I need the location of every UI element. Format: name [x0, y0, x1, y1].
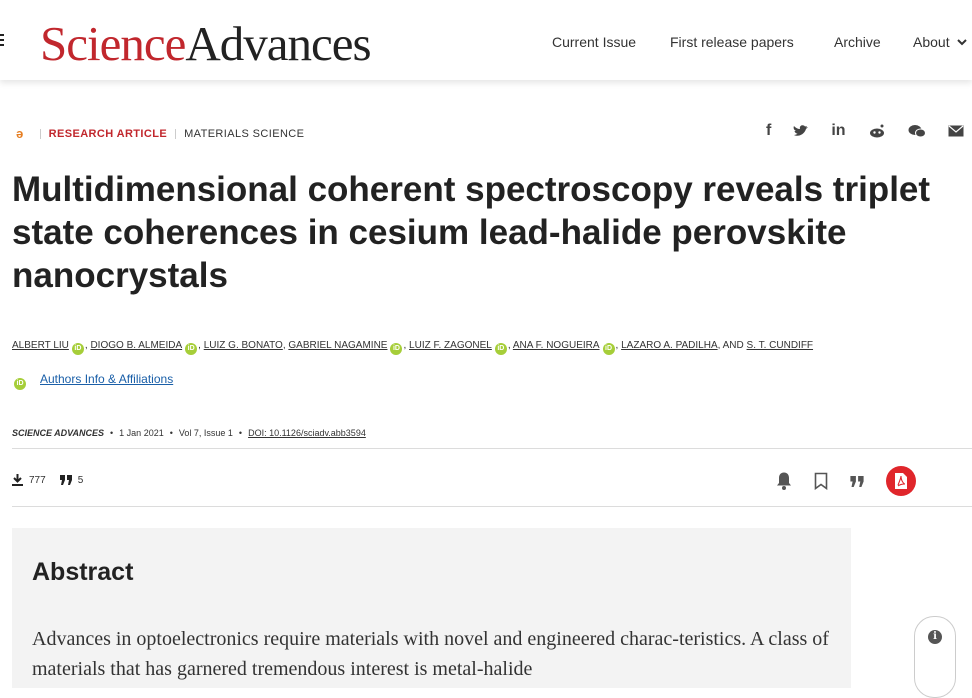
chevron-down-icon[interactable] — [956, 36, 968, 48]
divider — [12, 448, 972, 449]
nav-current-issue[interactable]: Current Issue — [552, 34, 636, 50]
divider — [175, 128, 177, 139]
doi-link[interactable]: DOI: 10.1126/sciadv.abb3594 — [248, 428, 366, 438]
reddit-icon[interactable] — [868, 124, 886, 138]
linkedin-icon[interactable]: in — [831, 122, 845, 140]
author-link[interactable]: ALBERT LIU — [12, 340, 69, 351]
article-type[interactable]: RESEARCH ARTICLE — [49, 128, 167, 140]
email-icon[interactable] — [948, 125, 964, 137]
logo-advances: Advances — [185, 16, 371, 71]
abstract-section: Abstract Advances in optoelectronics req… — [12, 528, 851, 688]
twitter-icon[interactable] — [793, 124, 809, 138]
authors-info-link[interactable]: Authors Info & Affiliations — [40, 372, 173, 386]
abstract-heading: Abstract — [32, 558, 134, 586]
orcid-icon[interactable]: iD — [14, 378, 26, 390]
wechat-icon[interactable] — [908, 124, 926, 138]
author-link[interactable]: LUIZ F. ZAGONEL — [409, 340, 492, 351]
site-logo[interactable]: ScienceAdvances — [40, 14, 372, 74]
publication-info: SCIENCE ADVANCES • 1 Jan 2021 • Vol 7, Issue… — [12, 428, 366, 438]
orcid-icon[interactable]: iD — [494, 343, 507, 355]
nav-first-release[interactable]: First release papers — [670, 34, 794, 50]
pub-date: 1 Jan 2021 — [119, 428, 164, 438]
menu-icon[interactable] — [0, 34, 4, 49]
citation-count: 5 — [77, 474, 84, 486]
article-title: Multidimensional coherent spectroscopy r… — [12, 170, 931, 295]
orcid-icon[interactable]: iD — [602, 343, 615, 355]
info-panel-tab[interactable]: i — [914, 616, 956, 698]
logo-science: Science — [40, 16, 186, 71]
nav-archive[interactable]: Archive — [834, 34, 881, 50]
pdf-icon — [895, 473, 907, 489]
download-icon — [12, 474, 23, 486]
bookmark-icon[interactable] — [814, 472, 828, 490]
article-meta: ə RESEARCH ARTICLE MATERIALS SCIENCE — [16, 126, 304, 141]
citation-icon — [59, 475, 72, 485]
authors-info: iD Authors Info & Affiliations — [14, 372, 173, 390]
site-header: ScienceAdvances Current Issue First rele… — [0, 0, 972, 80]
abstract-text: Advances in optoelectronics require mate… — [32, 628, 829, 680]
author-link[interactable]: DIOGO B. ALMEIDA — [90, 340, 182, 351]
orcid-icon[interactable]: iD — [71, 343, 84, 355]
orcid-icon[interactable]: iD — [185, 343, 198, 355]
article-subject[interactable]: MATERIALS SCIENCE — [184, 128, 304, 140]
orcid-icon[interactable]: iD — [390, 343, 403, 355]
journal-name: SCIENCE ADVANCES — [12, 428, 105, 438]
article-metrics: 777 5 — [12, 474, 83, 486]
author-link[interactable]: LUIZ G. BONATO — [204, 340, 283, 351]
author-link[interactable]: ANA F. NOGUEIRA — [513, 340, 600, 351]
author-link[interactable]: S. T. CUNDIFF — [747, 340, 813, 351]
authors-and: AND — [722, 340, 744, 351]
nav-about[interactable]: About — [913, 34, 950, 50]
pdf-button[interactable] — [886, 466, 916, 496]
cite-icon[interactable] — [850, 475, 864, 487]
info-icon[interactable]: i — [928, 630, 942, 644]
download-count: 777 — [29, 474, 46, 486]
volume-issue: Vol 7, Issue 1 — [178, 428, 233, 438]
bell-icon[interactable] — [776, 472, 792, 490]
divider — [39, 128, 41, 139]
facebook-icon[interactable]: f — [766, 122, 771, 140]
share-bar: f in — [766, 122, 964, 140]
author-link[interactable]: LAZARO A. PADILHA — [621, 340, 718, 351]
divider — [12, 506, 972, 507]
article-actions — [776, 466, 916, 496]
author-link[interactable]: GABRIEL NAGAMINE — [288, 340, 387, 351]
open-access-icon: ə — [16, 126, 24, 141]
author-list: ALBERT LIU iD, DIOGO B. ALMEIDA iD, LUIZ G… — [12, 340, 972, 355]
